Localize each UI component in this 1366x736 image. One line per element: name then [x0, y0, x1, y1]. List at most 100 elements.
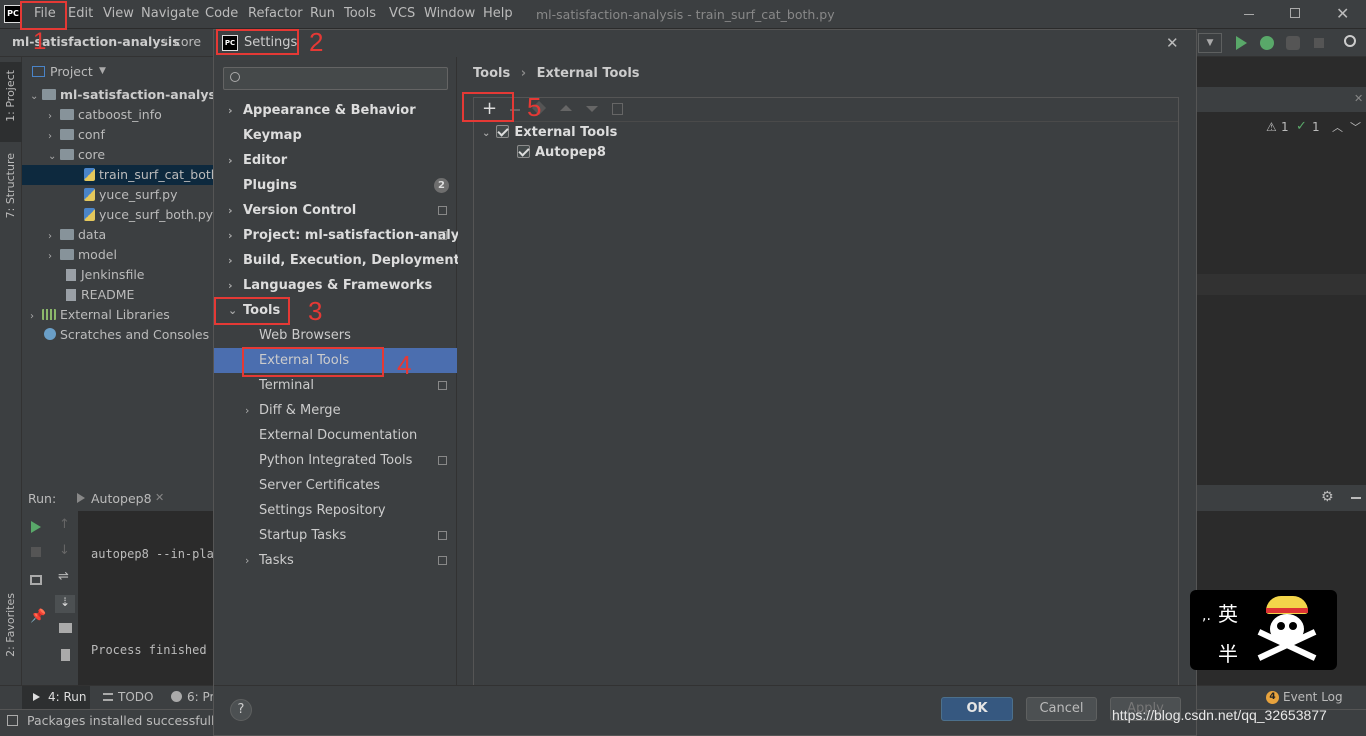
tree-item[interactable]: › data [22, 225, 214, 245]
menu-tools[interactable]: Tools [344, 6, 376, 21]
chevron-right-icon[interactable]: › [48, 127, 60, 147]
tree-item[interactable]: Jenkinsfile [22, 265, 214, 285]
tree-item[interactable]: › model [22, 245, 214, 265]
run-tool-tab[interactable]: 4: Run [22, 686, 90, 709]
settings-search-input[interactable] [223, 67, 448, 90]
settings-nav-settings-repository[interactable]: Settings Repository [214, 498, 457, 523]
chevron-up-icon[interactable]: ︿ [1332, 119, 1343, 135]
chevron-right-icon[interactable]: › [228, 98, 233, 123]
todo-tool-tab[interactable]: TODO [118, 690, 153, 704]
project-panel-title[interactable]: Project [50, 64, 93, 79]
coverage-icon[interactable] [1286, 36, 1300, 50]
chevron-right-icon[interactable]: › [228, 223, 233, 248]
rerun-icon[interactable] [31, 521, 41, 533]
menu-refactor[interactable]: Refactor [248, 6, 303, 21]
chevron-down-icon[interactable]: ⌄ [30, 87, 42, 107]
close-tab-icon[interactable]: ✕ [155, 491, 164, 504]
settings-nav-appearance-behavior[interactable]: › Appearance & Behavior [214, 98, 457, 123]
tree-item[interactable]: Scratches and Consoles [22, 325, 214, 345]
menu-view[interactable]: View [103, 6, 134, 21]
tree-item[interactable]: yuce_surf_both.py [22, 205, 214, 225]
tree-row-external-tools[interactable]: ⌄ External Tools [482, 125, 617, 145]
settings-nav-startup-tasks[interactable]: Startup Tasks [214, 523, 457, 548]
chevron-right-icon[interactable]: › [228, 148, 233, 173]
help-button[interactable]: ? [230, 699, 252, 721]
tree-item[interactable]: › External Libraries [22, 305, 214, 325]
trash-icon[interactable] [61, 649, 70, 661]
restore-icon[interactable] [1290, 8, 1300, 18]
event-log-tool-tab[interactable]: Event Log [1283, 690, 1343, 704]
menu-navigate[interactable]: Navigate [141, 6, 199, 21]
stop-run-icon[interactable] [31, 547, 41, 557]
close-icon[interactable]: ✕ [1354, 92, 1363, 105]
project-tool-tab[interactable]: 1: Project [0, 62, 22, 142]
external-tools-checkbox[interactable] [496, 125, 510, 138]
favorites-tool-tab[interactable]: 2: Favorites [0, 587, 22, 677]
chevron-down-icon[interactable]: ﹀ [1350, 119, 1361, 135]
tree-item[interactable]: train_surf_cat_both.p [22, 165, 231, 185]
run-config-dropdown[interactable]: ▼ [1198, 33, 1222, 53]
tree-item[interactable]: yuce_surf.py [22, 185, 214, 205]
settings-nav-diff-merge[interactable]: › Diff & Merge [214, 398, 457, 423]
chevron-right-icon[interactable]: › [48, 107, 60, 127]
gear-icon[interactable]: ⚙ [1321, 489, 1334, 505]
settings-nav-languages-frameworks[interactable]: › Languages & Frameworks [214, 273, 457, 298]
chevron-right-icon[interactable]: › [245, 548, 249, 573]
settings-nav-python-integrated-tools[interactable]: Python Integrated Tools [214, 448, 457, 473]
close-dialog-icon[interactable]: ✕ [1166, 34, 1179, 52]
tree-item[interactable]: › conf [22, 125, 214, 145]
cancel-button[interactable]: Cancel [1026, 697, 1097, 721]
settings-nav-editor[interactable]: › Editor [214, 148, 457, 173]
layout-icon[interactable] [30, 575, 42, 585]
chevron-right-icon[interactable]: › [30, 307, 42, 327]
tree-item[interactable]: ⌄ core [22, 145, 214, 165]
chevron-right-icon[interactable]: › [228, 198, 233, 223]
structure-tool-tab[interactable]: 7: Structure [0, 149, 22, 239]
down-arrow-icon[interactable]: ↓ [59, 543, 70, 558]
minimize-panel-icon[interactable] [1351, 497, 1361, 499]
move-down-button[interactable] [586, 106, 598, 112]
settings-nav-external-documentation[interactable]: External Documentation [214, 423, 457, 448]
tree-item[interactable]: › catboost_info [22, 105, 214, 125]
minimize-icon[interactable] [1244, 14, 1254, 15]
menu-vcs[interactable]: VCS [389, 6, 415, 21]
stop-icon[interactable] [1314, 38, 1324, 48]
up-arrow-icon[interactable]: ↑ [59, 517, 70, 532]
autopep8-checkbox[interactable] [517, 145, 530, 158]
chevron-down-icon[interactable]: ⌄ [482, 128, 490, 139]
run-tab-autopep8[interactable]: Autopep8 [91, 491, 152, 506]
settings-nav-tasks[interactable]: › Tasks [214, 548, 457, 573]
menu-help[interactable]: Help [483, 6, 513, 21]
move-up-button[interactable] [560, 105, 572, 111]
settings-nav-web-browsers[interactable]: Web Browsers [214, 323, 457, 348]
settings-nav-build-execution-deployment[interactable]: › Build, Execution, Deployment [214, 248, 460, 273]
settings-nav-keymap[interactable]: Keymap [214, 123, 457, 148]
tree-row-autopep8[interactable]: Autopep8 [517, 145, 606, 165]
pin-icon[interactable]: 📌 [30, 609, 46, 624]
menu-run[interactable]: Run [310, 6, 335, 21]
chevron-right-icon[interactable]: › [228, 248, 233, 273]
settings-nav-project-ml-satisfaction-analy[interactable]: › Project: ml-satisfaction-analy... [214, 223, 473, 248]
menu-edit[interactable]: Edit [68, 6, 93, 21]
menu-code[interactable]: Code [205, 6, 238, 21]
search-everywhere-icon[interactable] [1344, 35, 1356, 47]
tree-item[interactable]: ⌄ ml-satisfaction-analysis [22, 85, 228, 107]
ok-button[interactable]: OK [941, 697, 1013, 721]
settings-nav-version-control[interactable]: › Version Control [214, 198, 457, 223]
copy-tool-button[interactable] [612, 103, 623, 115]
run-icon[interactable] [1236, 36, 1247, 50]
debug-icon[interactable] [1260, 36, 1274, 50]
scroll-to-end-icon[interactable]: ⇣ [55, 595, 75, 613]
print-icon[interactable] [59, 623, 72, 633]
chevron-right-icon[interactable]: › [245, 398, 249, 423]
chevron-right-icon[interactable]: › [48, 227, 60, 247]
settings-nav-plugins[interactable]: Plugins 2 [214, 173, 457, 198]
chevron-right-icon[interactable]: › [48, 247, 60, 267]
breadcrumb-folder[interactable]: core [174, 34, 201, 49]
chevron-right-icon[interactable]: › [228, 273, 233, 298]
soft-wrap-icon[interactable]: ⇌ [58, 569, 69, 584]
close-window-icon[interactable]: ✕ [1336, 4, 1349, 23]
settings-nav-server-certificates[interactable]: Server Certificates [214, 473, 457, 498]
menu-window[interactable]: Window [424, 6, 475, 21]
chevron-down-icon[interactable]: ⌄ [48, 147, 60, 167]
